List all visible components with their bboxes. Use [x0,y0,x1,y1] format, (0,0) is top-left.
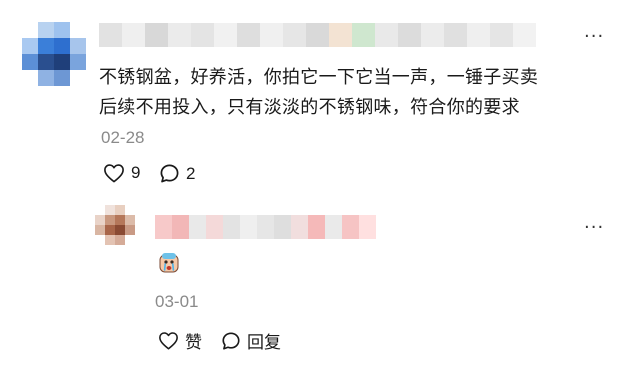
reply-like-button[interactable]: 赞 [158,328,202,353]
avatar[interactable] [22,22,86,86]
reply-more-options-icon[interactable]: ··· [584,219,604,237]
reply-button[interactable]: 回复 [221,328,281,353]
reply-date: 03-01 [155,292,199,311]
comment-text-line: 不锈钢盆，好养活，你拍它一下它当一声，一锤子买卖 [99,67,539,88]
like-count: 9 [131,163,141,182]
reply-username-blurred[interactable] [155,215,410,239]
speech-bubble-icon [222,331,240,350]
more-options-icon[interactable]: ··· [584,28,604,46]
heart-icon [159,332,178,350]
comment-text: 不锈钢盆，好养活，你拍它一下它当一声，一锤子买卖 后续不用投入，只有淡淡的不锈钢… [99,63,599,123]
heart-icon [104,164,124,183]
comment-date: 02-28 [101,128,145,147]
username-blurred[interactable] [99,23,536,47]
speech-bubble-icon [160,164,179,183]
comment-count: 2 [186,163,196,183]
reply-avatar[interactable] [95,205,135,245]
comment-text-line: 后续不用投入，只有淡淡的不锈钢味，符合你的要求 [99,97,520,118]
crying-face-emoji-icon [159,253,179,273]
like-button[interactable]: 9 [103,163,140,183]
reply-label: 回复 [247,333,281,353]
like-label: 赞 [185,333,202,353]
comment-button[interactable]: 2 [159,163,195,184]
comment-thread: ··· 不锈钢盆，好养活，你拍它一下它当一声，一锤子买卖 后续不用投入，只有淡淡… [0,0,635,369]
